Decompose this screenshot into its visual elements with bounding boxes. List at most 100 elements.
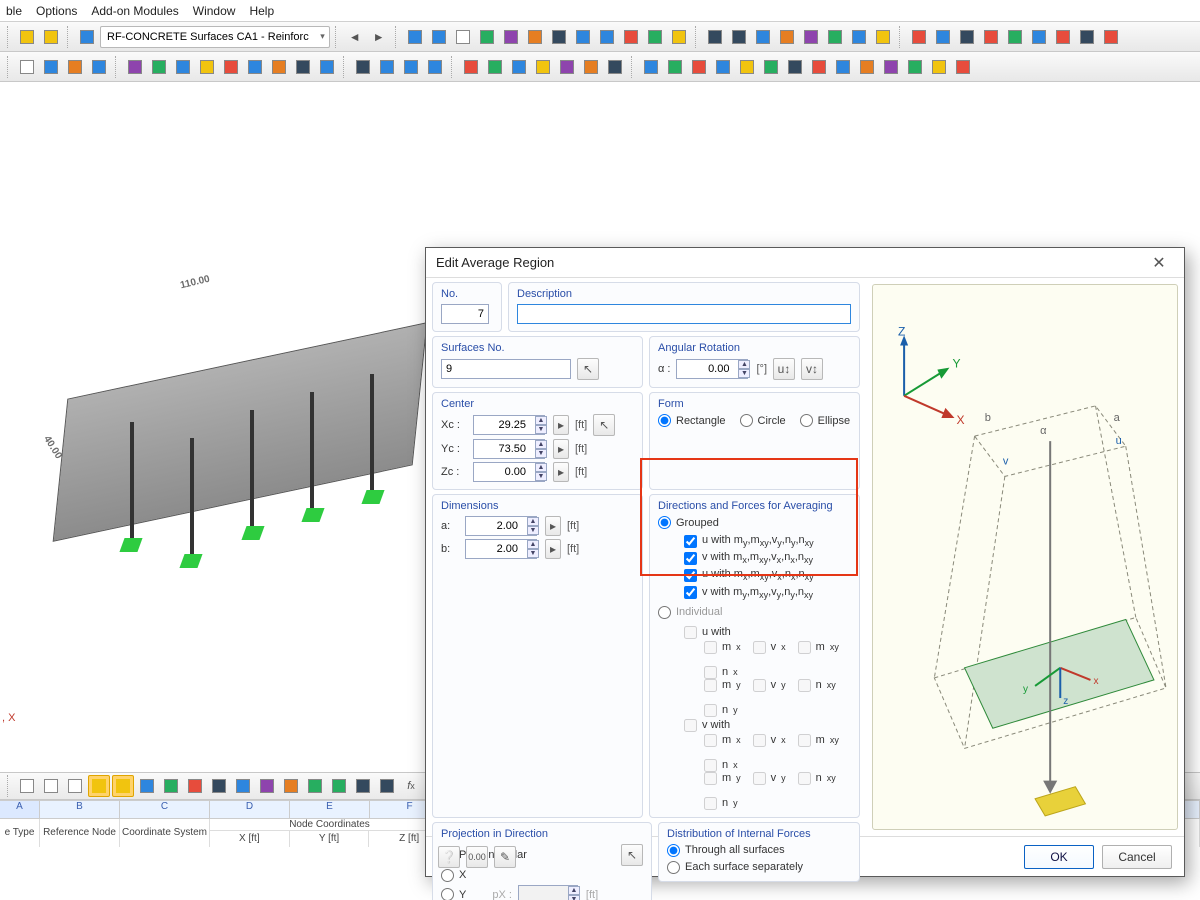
toolbar-button[interactable] [220,56,242,78]
toolbar-button[interactable] [88,775,110,797]
toolbar-button[interactable] [16,56,38,78]
toolbar-button[interactable] [956,26,978,48]
toolbar-button[interactable] [604,56,626,78]
toolbar-button[interactable] [752,26,774,48]
toolbar-button[interactable] [1028,26,1050,48]
context-dropdown[interactable]: RF-CONCRETE Surfaces CA1 - Reinforc [100,26,330,48]
toolbar-button[interactable] [904,56,926,78]
toolbar-button[interactable] [196,56,218,78]
toolbar-button[interactable] [856,56,878,78]
toolbar-button[interactable] [428,26,450,48]
dialog-titlebar[interactable]: Edit Average Region ✕ [426,248,1184,278]
toolbar-button[interactable] [208,775,230,797]
spin-buttons[interactable]: ▲▼ [527,540,539,558]
toolbar-button[interactable] [476,26,498,48]
surfaces-input[interactable] [441,359,571,379]
toolbar-button[interactable] [136,775,158,797]
menu-item[interactable]: Window [193,4,236,18]
toolbar-button[interactable] [76,26,98,48]
pick-direction-button[interactable]: ↖ [621,844,643,866]
toolbar-button[interactable] [304,775,326,797]
spin-buttons[interactable]: ▲▼ [535,416,547,434]
toolbar-button[interactable] [668,26,690,48]
spin-buttons[interactable]: ▲▼ [535,440,547,458]
menu-item[interactable]: Options [36,4,77,18]
toolbar-button[interactable] [776,26,798,48]
table-col-letter[interactable]: A [0,801,40,818]
toolbar-button[interactable] [268,56,290,78]
toolbar-button[interactable] [556,56,578,78]
toolbar-button[interactable] [980,26,1002,48]
toolbar-button[interactable] [1004,26,1026,48]
proj-y-radio[interactable]: Y [441,888,466,900]
toolbar-button[interactable] [16,775,38,797]
table-col-letter[interactable]: C [120,801,210,818]
nav-prev-button[interactable]: ◄ [344,26,366,48]
pick-surfaces-button[interactable]: ↖ [577,358,599,380]
table-col-letter[interactable]: B [40,801,120,818]
cancel-button[interactable]: Cancel [1102,845,1172,869]
stepper-button[interactable]: ▸ [553,415,569,435]
toolbar-button[interactable] [932,26,954,48]
menu-bar[interactable]: ble Options Add-on Modules Window Help [0,0,1200,22]
close-icon[interactable]: ✕ [1144,253,1174,273]
form-ellipse-radio[interactable]: Ellipse [800,414,850,427]
toolbar-button[interactable] [64,775,86,797]
help-button[interactable]: ❔ [438,846,460,868]
rotate-uv-button[interactable]: u↕ [773,358,795,380]
toolbar-button[interactable] [596,26,618,48]
stepper-button[interactable]: ▸ [545,516,561,536]
ok-button[interactable]: OK [1024,845,1094,869]
toolbar-button[interactable] [712,56,734,78]
toolbar-button[interactable] [484,56,506,78]
toolbar-button[interactable] [280,775,302,797]
toolbar-button[interactable] [452,26,474,48]
grouped-check-2[interactable]: v with mx,mxy,vx,nx,nxy [684,551,851,565]
nav-next-button[interactable]: ► [368,26,390,48]
stepper-button[interactable]: ▸ [553,462,569,482]
toolbar-button[interactable] [808,56,830,78]
toolbar-button[interactable] [244,56,266,78]
toolbar-button[interactable] [460,56,482,78]
toolbar-button[interactable] [160,775,182,797]
pick-center-button[interactable]: ↖ [593,414,615,436]
toolbar-button[interactable] [640,56,662,78]
toolbar-button[interactable] [848,26,870,48]
toolbar-button[interactable] [172,56,194,78]
toolbar-button[interactable] [832,56,854,78]
toolbar-button[interactable] [232,775,254,797]
grouped-radio[interactable]: Grouped [658,516,719,529]
toolbar-button[interactable] [112,775,134,797]
toolbar-button[interactable] [404,26,426,48]
spin-buttons[interactable]: ▲▼ [527,517,539,535]
toolbar-button[interactable] [548,26,570,48]
toolbar-button[interactable] [664,56,686,78]
toolbar-button[interactable] [620,26,642,48]
toolbar-button[interactable] [40,26,62,48]
form-rectangle-radio[interactable]: Rectangle [658,414,726,427]
units-button[interactable]: 0.00 [466,846,488,868]
toolbar-button[interactable] [64,56,86,78]
toolbar-button[interactable] [952,56,974,78]
toolbar-button[interactable] [824,26,846,48]
toolbar-button[interactable] [1076,26,1098,48]
proj-x-radio[interactable]: X [441,869,643,882]
toolbar-button[interactable] [1052,26,1074,48]
toolbar-button[interactable] [400,56,422,78]
toolbar-button[interactable] [148,56,170,78]
toolbar-button[interactable] [500,26,522,48]
toolbar-button[interactable] [1100,26,1122,48]
dist-all-radio[interactable]: Through all surfaces [667,844,851,857]
toolbar-button[interactable] [760,56,782,78]
toolbar-button[interactable] [580,56,602,78]
toolbar-button[interactable] [800,26,822,48]
toolbar-button[interactable] [256,775,278,797]
toolbar-button[interactable] [40,56,62,78]
notes-button[interactable]: ✎ [494,846,516,868]
toolbar-button[interactable] [872,26,894,48]
spin-buttons[interactable]: ▲▼ [535,463,547,481]
toolbar-button[interactable] [784,56,806,78]
toolbar-button[interactable] [524,26,546,48]
toolbar-button[interactable] [40,775,62,797]
description-input[interactable] [517,304,851,324]
